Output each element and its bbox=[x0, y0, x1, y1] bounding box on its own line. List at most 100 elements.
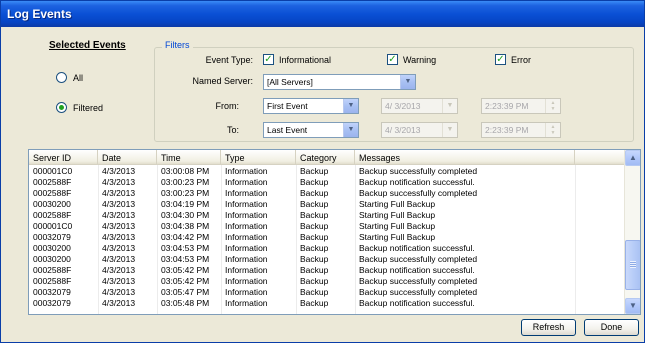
cell-category: Backup bbox=[300, 188, 329, 198]
cell-server-id: 0002588F bbox=[33, 265, 72, 275]
table-row[interactable]: 0002588F 4/3/2013 03:05:42 PM Information Ba… bbox=[29, 276, 626, 287]
done-button[interactable]: Done bbox=[584, 319, 639, 336]
vertical-scrollbar[interactable]: ▲ ▼ bbox=[624, 150, 640, 314]
scroll-down-icon[interactable]: ▼ bbox=[625, 298, 640, 314]
table-row[interactable]: 0002588F 4/3/2013 03:00:23 PM Information Ba… bbox=[29, 177, 626, 188]
named-server-label: Named Server: bbox=[192, 76, 253, 86]
scroll-up-icon[interactable]: ▲ bbox=[625, 150, 640, 166]
cell-message: Backup successfully completed bbox=[359, 188, 478, 198]
cell-time: 03:05:48 PM bbox=[161, 298, 210, 308]
scrollbar-thumb[interactable] bbox=[625, 240, 640, 290]
cell-server-id: 0002588F bbox=[33, 276, 72, 286]
grid-header: Server ID Date Time Type Category Messag… bbox=[29, 150, 626, 165]
cell-date: 4/3/2013 bbox=[102, 166, 136, 176]
cell-category: Backup bbox=[300, 221, 329, 231]
cell-category: Backup bbox=[300, 166, 329, 176]
table-row[interactable]: 00030200 4/3/2013 03:04:53 PM Information Ba… bbox=[29, 243, 626, 254]
table-row[interactable]: 00032079 4/3/2013 03:04:42 PM Information Ba… bbox=[29, 232, 626, 243]
informational-check[interactable]: ✓ bbox=[263, 54, 274, 65]
spinner-arrows-icon: ▲ ▼ bbox=[545, 99, 560, 113]
cell-time: 03:04:19 PM bbox=[161, 199, 210, 209]
window-title: Log Events bbox=[7, 7, 72, 21]
column-header-time[interactable]: Time bbox=[157, 150, 221, 165]
cell-message: Backup notification successful. bbox=[359, 265, 475, 275]
table-row[interactable]: 00032079 4/3/2013 03:05:48 PM Information Ba… bbox=[29, 298, 626, 309]
cell-message: Starting Full Backup bbox=[359, 232, 436, 242]
table-row[interactable]: 0002588F 4/3/2013 03:00:23 PM Information Ba… bbox=[29, 188, 626, 199]
cell-date: 4/3/2013 bbox=[102, 243, 136, 253]
cell-message: Backup notification successful. bbox=[359, 298, 475, 308]
cell-category: Backup bbox=[300, 254, 329, 264]
chevron-down-icon[interactable]: ▼ bbox=[343, 99, 358, 113]
table-row[interactable]: 00030200 4/3/2013 03:04:53 PM Information Ba… bbox=[29, 254, 626, 265]
cell-type: Information bbox=[225, 166, 268, 176]
cell-server-id: 000001C0 bbox=[33, 166, 73, 176]
to-select[interactable]: Last Event ▼ bbox=[263, 122, 359, 138]
radio-all-label: All bbox=[73, 72, 84, 83]
cell-category: Backup bbox=[300, 276, 329, 286]
title-bar[interactable]: Log Events bbox=[1, 1, 644, 27]
table-row[interactable]: 0002588F 4/3/2013 03:05:42 PM Information Ba… bbox=[29, 265, 626, 276]
cell-date: 4/3/2013 bbox=[102, 221, 136, 231]
warning-check[interactable]: ✓ bbox=[387, 54, 398, 65]
cell-type: Information bbox=[225, 232, 268, 242]
checkbox-warning[interactable]: ✓ Warning bbox=[387, 54, 436, 65]
error-check[interactable]: ✓ bbox=[495, 54, 506, 65]
refresh-button[interactable]: Refresh bbox=[521, 319, 576, 336]
cell-type: Information bbox=[225, 188, 268, 198]
to-date-picker: 4/ 3/2013 ▼ bbox=[381, 122, 458, 138]
checkbox-error[interactable]: ✓ Error bbox=[495, 54, 531, 65]
chevron-down-icon: ▼ bbox=[442, 99, 457, 113]
cell-server-id: 00032079 bbox=[33, 298, 71, 308]
radio-all-button[interactable] bbox=[56, 72, 67, 83]
column-header-category[interactable]: Category bbox=[296, 150, 355, 165]
cell-message: Starting Full Backup bbox=[359, 210, 436, 220]
cell-message: Backup notification successful. bbox=[359, 243, 475, 253]
chevron-down-icon[interactable]: ▼ bbox=[343, 123, 358, 137]
cell-time: 03:00:23 PM bbox=[161, 188, 210, 198]
cell-time: 03:00:23 PM bbox=[161, 177, 210, 187]
column-header-date[interactable]: Date bbox=[98, 150, 157, 165]
log-events-window: Log Events Selected Events All Filtered … bbox=[0, 0, 645, 343]
cell-message: Starting Full Backup bbox=[359, 199, 436, 209]
from-select[interactable]: First Event ▼ bbox=[263, 98, 359, 114]
named-server-select[interactable]: [All Servers] ▼ bbox=[263, 74, 416, 90]
checkbox-informational[interactable]: ✓ Informational bbox=[263, 54, 331, 65]
cell-type: Information bbox=[225, 199, 268, 209]
warning-label: Warning bbox=[403, 54, 437, 65]
cell-message: Backup successfully completed bbox=[359, 166, 478, 176]
cell-server-id: 00030200 bbox=[33, 243, 71, 253]
column-header-type[interactable]: Type bbox=[221, 150, 296, 165]
radio-filtered[interactable]: Filtered bbox=[56, 102, 103, 113]
table-row[interactable]: 0002588F 4/3/2013 03:04:30 PM Information Ba… bbox=[29, 210, 626, 221]
to-time-value: 2:23:39 PM bbox=[485, 125, 529, 135]
cell-date: 4/3/2013 bbox=[102, 177, 136, 187]
selected-events-title: Selected Events bbox=[49, 40, 126, 51]
column-header-messages[interactable]: Messages bbox=[355, 150, 575, 165]
cell-time: 03:05:42 PM bbox=[161, 276, 210, 286]
cell-type: Information bbox=[225, 254, 268, 264]
cell-server-id: 0002588F bbox=[33, 177, 72, 187]
cell-message: Backup successfully completed bbox=[359, 276, 478, 286]
cell-date: 4/3/2013 bbox=[102, 188, 136, 198]
cell-type: Information bbox=[225, 287, 268, 297]
cell-category: Backup bbox=[300, 177, 329, 187]
cell-time: 03:04:53 PM bbox=[161, 254, 210, 264]
cell-server-id: 00030200 bbox=[33, 199, 71, 209]
cell-time: 03:00:08 PM bbox=[161, 166, 210, 176]
from-date-value: 4/ 3/2013 bbox=[385, 101, 421, 111]
events-grid[interactable]: Server ID Date Time Type Category Messag… bbox=[28, 149, 641, 315]
radio-all[interactable]: All bbox=[56, 72, 83, 83]
cell-date: 4/3/2013 bbox=[102, 276, 136, 286]
to-time-spinner: 2:23:39 PM ▲ ▼ bbox=[481, 122, 561, 138]
table-row[interactable]: 000001C0 4/3/2013 03:04:38 PM Information Ba… bbox=[29, 221, 626, 232]
radio-filtered-button[interactable] bbox=[56, 102, 67, 113]
cell-server-id: 00032079 bbox=[33, 232, 71, 242]
table-row[interactable]: 00032079 4/3/2013 03:05:47 PM Information Ba… bbox=[29, 287, 626, 298]
table-row[interactable]: 00030200 4/3/2013 03:04:19 PM Information Ba… bbox=[29, 199, 626, 210]
chevron-down-icon[interactable]: ▼ bbox=[400, 75, 415, 89]
cell-time: 03:04:42 PM bbox=[161, 232, 210, 242]
cell-type: Information bbox=[225, 276, 268, 286]
table-row[interactable]: 000001C0 4/3/2013 03:00:08 PM Information Ba… bbox=[29, 166, 626, 177]
column-header-server-id[interactable]: Server ID bbox=[29, 150, 98, 165]
